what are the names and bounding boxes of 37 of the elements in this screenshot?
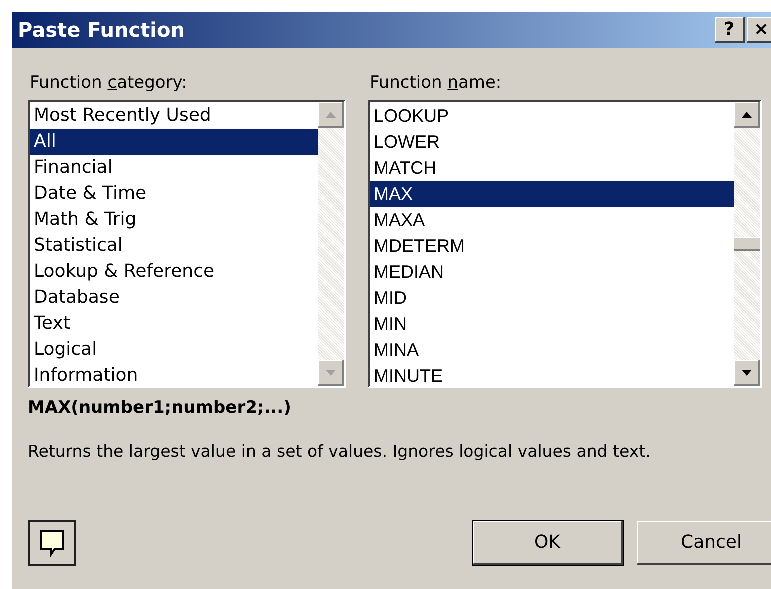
scrollbar[interactable] [734,102,760,386]
scroll-thumb[interactable] [734,237,760,251]
list-item[interactable]: MAX [370,181,734,207]
list-label: Function category: [29,72,188,94]
list-item[interactable]: Financial [30,155,318,181]
list-item[interactable]: MID [370,285,734,311]
dialog-button[interactable]: Cancel [637,521,771,566]
help-button[interactable] [28,520,76,566]
list-item[interactable]: Information [30,363,318,389]
list-item[interactable]: Lookup & Reference [30,259,318,285]
title-bar-button[interactable]: × [747,17,771,43]
list-item[interactable]: Logical [30,337,318,363]
help-balloon-icon [39,529,65,558]
function-description: Returns the largest value in a set of values. Ignores logical values and text. [27,440,652,462]
list-item[interactable]: MATCH [370,155,734,181]
dialog-button[interactable]: OK [473,521,623,566]
list-item[interactable]: All [30,129,318,155]
list-item[interactable]: MDETERM [370,233,734,259]
function-syntax: MAX(number1;number2;...) [27,397,292,420]
window-title: Paste Function [18,17,186,44]
list-item[interactable]: Date & Time [30,181,318,207]
list-item[interactable]: LOOKUP [370,103,734,129]
list-item[interactable]: Math & Trig [30,207,318,233]
list-item[interactable]: Database [30,285,318,311]
list-item[interactable]: MINA [370,337,734,363]
list-item[interactable]: Text [30,311,318,337]
list-item[interactable]: MEDIAN [370,259,734,285]
list-item[interactable]: Most Recently Used [30,103,318,129]
title-bar-button[interactable]: ? [715,17,745,43]
list-label: Function name: [369,72,503,94]
list-item[interactable]: MIN [370,311,734,337]
list-item[interactable]: Statistical [30,233,318,259]
list-item[interactable]: MAXA [370,207,734,233]
list-box[interactable]: LOOKUP LOWER MATCH MAX MAXA MDETERM MEDIAN MID MIN MINA MINUTE [368,100,762,388]
list-item[interactable]: MINUTE [370,363,734,389]
list-box[interactable]: Most Recently Used All Financial Date & Time Math & Trig Statistical Lookup & Reference Database Text Logical Information [28,100,346,388]
list-item[interactable]: LOWER [370,129,734,155]
